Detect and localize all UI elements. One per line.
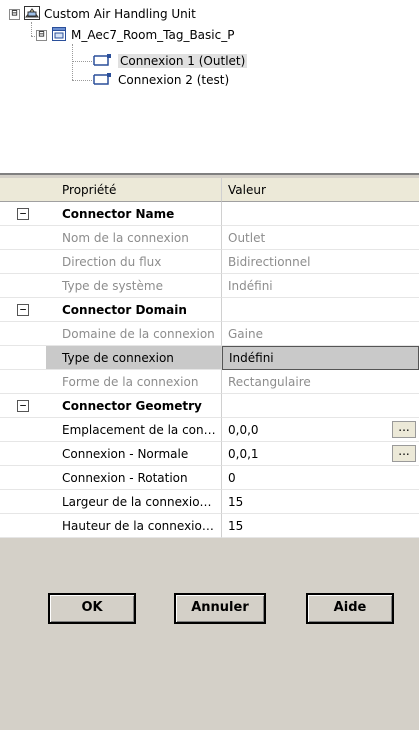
dialog-buttons: OK Annuler Aide bbox=[0, 578, 419, 630]
property-grid: Propriété Valeur − Connector Name Nom de… bbox=[0, 178, 419, 730]
property-row[interactable]: Emplacement de la con… 0,0,0 ... bbox=[0, 418, 419, 442]
property-label: Type de système bbox=[46, 274, 222, 298]
property-value[interactable]: 15 bbox=[222, 490, 419, 514]
connector-tree: ⊟ Custom Air Handling Unit ⊟ M_Aec7_Room… bbox=[0, 0, 419, 175]
tree-item-connector-2[interactable]: Connexion 2 (test) bbox=[92, 71, 229, 89]
property-row[interactable]: Nom de la connexion Outlet bbox=[0, 226, 419, 250]
property-value[interactable]: 15 bbox=[222, 514, 419, 538]
ok-button[interactable]: OK bbox=[48, 593, 136, 624]
section-connector-geometry[interactable]: − Connector Geometry bbox=[0, 394, 419, 418]
collapse-icon[interactable]: − bbox=[17, 399, 29, 412]
property-row-selected[interactable]: Type de connexion Indéfini bbox=[0, 346, 419, 370]
property-label: Domaine de la connexion bbox=[46, 322, 222, 346]
property-row[interactable]: Domaine de la connexion Gaine bbox=[0, 322, 419, 346]
property-label: Nom de la connexion bbox=[46, 226, 222, 250]
property-row[interactable]: Direction du flux Bidirectionnel bbox=[0, 250, 419, 274]
property-column-header: Propriété bbox=[46, 178, 222, 202]
collapse-icon[interactable]: ⊟ bbox=[9, 8, 20, 20]
property-row[interactable]: Hauteur de la connexio… 15 bbox=[0, 514, 419, 538]
collapse-icon[interactable]: − bbox=[17, 303, 29, 316]
property-value: Rectangulaire bbox=[222, 370, 419, 394]
tree-connector-label: Connexion 2 (test) bbox=[118, 73, 230, 87]
help-button[interactable]: Aide bbox=[306, 593, 394, 624]
family-icon bbox=[51, 26, 67, 45]
property-value: Gaine bbox=[222, 322, 419, 346]
property-label: Direction du flux bbox=[46, 250, 222, 274]
connector-icon bbox=[92, 53, 114, 70]
property-label: Largeur de la connexio… bbox=[46, 490, 222, 514]
tree-connector-label: Connexion 1 (Outlet) bbox=[118, 54, 248, 68]
property-value: Indéfini bbox=[222, 274, 419, 298]
collapse-icon[interactable]: − bbox=[17, 207, 29, 220]
tree-family-label: M_Aec7_Room_Tag_Basic_P bbox=[71, 28, 235, 42]
property-value[interactable]: 0,0,1 ... bbox=[222, 442, 419, 466]
property-value[interactable]: 0 bbox=[222, 466, 419, 490]
property-label: Hauteur de la connexio… bbox=[46, 514, 222, 538]
property-label: Connexion - Rotation bbox=[46, 466, 222, 490]
value-column-header: Valeur bbox=[222, 178, 419, 202]
value-text: 0,0,0 bbox=[228, 422, 259, 437]
air-handling-unit-icon bbox=[24, 5, 40, 23]
connector-icon bbox=[92, 72, 114, 89]
grid-header: Propriété Valeur bbox=[0, 178, 419, 202]
property-label: Connexion - Normale bbox=[46, 442, 222, 466]
property-value: Bidirectionnel bbox=[222, 250, 419, 274]
cancel-button[interactable]: Annuler bbox=[174, 593, 266, 624]
tree-root-label: Custom Air Handling Unit bbox=[44, 7, 196, 21]
section-connector-name[interactable]: − Connector Name bbox=[0, 202, 419, 226]
property-row[interactable]: Type de système Indéfini bbox=[0, 274, 419, 298]
property-value: Outlet bbox=[222, 226, 419, 250]
property-value[interactable]: 0,0,0 ... bbox=[222, 418, 419, 442]
section-connector-domain[interactable]: − Connector Domain bbox=[0, 298, 419, 322]
tree-item-family[interactable]: ⊟ M_Aec7_Room_Tag_Basic_P bbox=[36, 26, 234, 44]
connection-type-dropdown[interactable]: Indéfini bbox=[222, 346, 419, 370]
property-row[interactable]: Connexion - Rotation 0 bbox=[0, 466, 419, 490]
value-text: 0,0,1 bbox=[228, 446, 259, 461]
browse-button[interactable]: ... bbox=[392, 445, 416, 462]
property-label: Emplacement de la con… bbox=[46, 418, 222, 442]
browse-button[interactable]: ... bbox=[392, 421, 416, 438]
property-row[interactable]: Connexion - Normale 0,0,1 ... bbox=[0, 442, 419, 466]
tree-item-connector-1[interactable]: Connexion 1 (Outlet) bbox=[92, 52, 248, 70]
property-label: Type de connexion bbox=[46, 346, 222, 370]
property-row[interactable]: Forme de la connexion Rectangulaire bbox=[0, 370, 419, 394]
collapse-icon[interactable]: ⊟ bbox=[36, 29, 47, 41]
property-label: Forme de la connexion bbox=[46, 370, 222, 394]
tree-item-root[interactable]: ⊟ Custom Air Handling Unit bbox=[9, 5, 196, 23]
property-row[interactable]: Largeur de la connexio… 15 bbox=[0, 490, 419, 514]
